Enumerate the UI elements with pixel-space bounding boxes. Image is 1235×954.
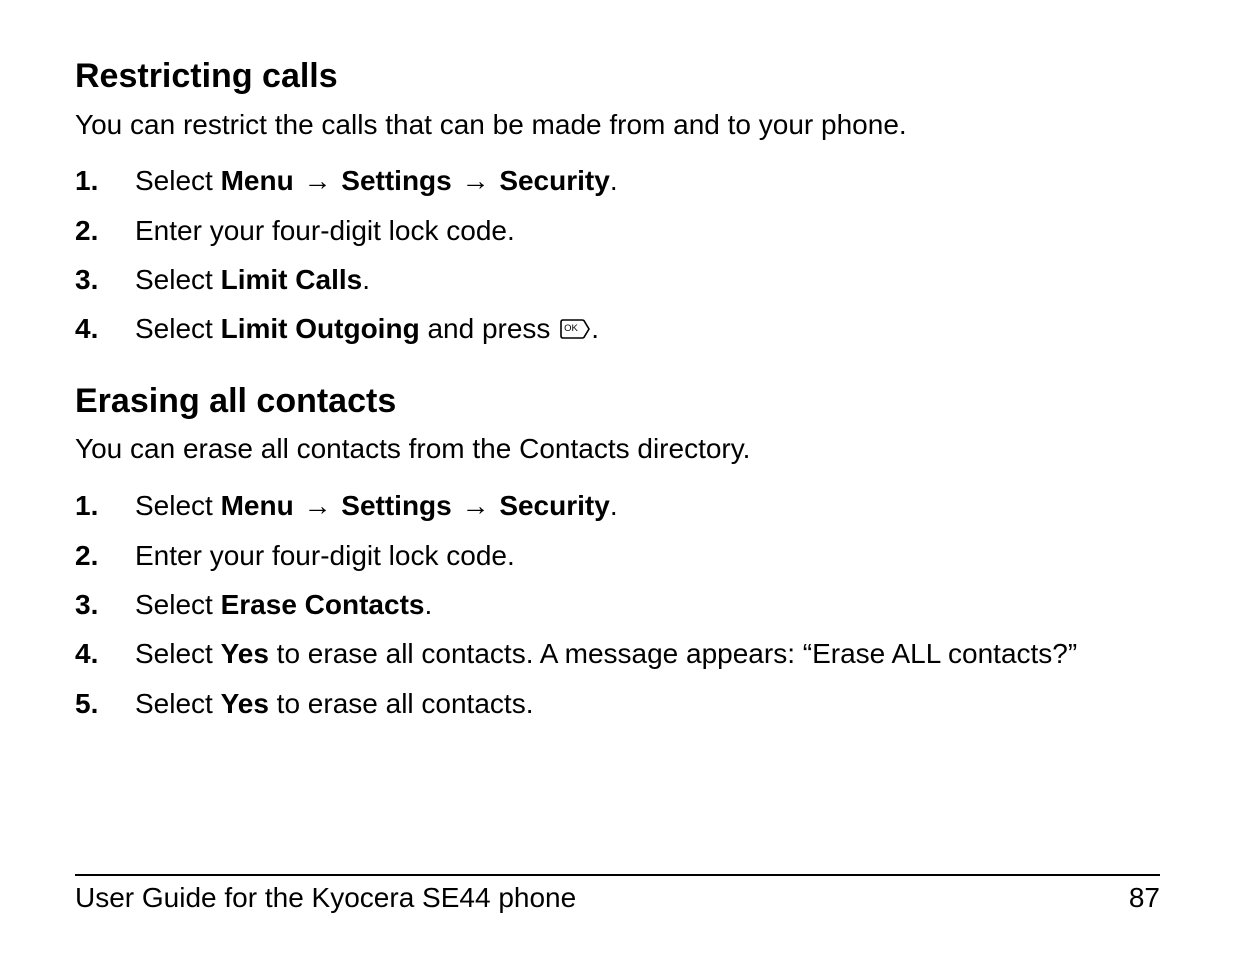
ui-label: Security [499, 165, 610, 196]
ui-label: Menu [221, 490, 294, 521]
page-content: Restricting calls You can restrict the ca… [75, 55, 1160, 725]
steps-restricting-calls: Select Menu → Settings → Security. Enter … [75, 159, 1160, 352]
page-footer: User Guide for the Kyocera SE44 phone 87 [75, 874, 1160, 914]
footer-divider [75, 874, 1160, 876]
section-intro-erasing-all-contacts: You can erase all contacts from the Cont… [75, 430, 1160, 468]
step-ec-2: Enter your four-digit lock code. [75, 534, 1160, 577]
step-rc-2: Enter your four-digit lock code. [75, 209, 1160, 252]
arrow-icon: → [302, 490, 334, 521]
arrow-icon: → [460, 490, 492, 521]
section-intro-restricting-calls: You can restrict the calls that can be m… [75, 106, 1160, 144]
ok-key-icon: OK [560, 308, 590, 351]
arrow-icon: → [460, 165, 492, 196]
step-ec-1: Select Menu → Settings → Security. [75, 484, 1160, 527]
footer-title: User Guide for the Kyocera SE44 phone [75, 882, 576, 914]
steps-erasing-all-contacts: Select Menu → Settings → Security. Enter … [75, 484, 1160, 725]
ui-label: Security [499, 490, 610, 521]
step-ec-4: Select Yes to erase all contacts. A mess… [75, 632, 1160, 675]
page-number: 87 [1129, 882, 1160, 914]
step-rc-1: Select Menu → Settings → Security. [75, 159, 1160, 202]
section-heading-erasing-all-contacts: Erasing all contacts [75, 380, 1160, 423]
ui-label: Menu [221, 165, 294, 196]
ui-label: Limit Calls [221, 264, 363, 295]
ui-label: Settings [341, 490, 451, 521]
step-ec-3: Select Erase Contacts. [75, 583, 1160, 626]
ui-label: Yes [221, 638, 269, 669]
ui-label: Erase Contacts [221, 589, 425, 620]
step-rc-3: Select Limit Calls. [75, 258, 1160, 301]
ui-label: Limit Outgoing [221, 313, 420, 344]
svg-text:OK: OK [564, 323, 578, 334]
footer-row: User Guide for the Kyocera SE44 phone 87 [75, 882, 1160, 914]
step-rc-4: Select Limit Outgoing and press OK. [75, 307, 1160, 351]
document-page: Restricting calls You can restrict the ca… [0, 0, 1235, 954]
section-heading-restricting-calls: Restricting calls [75, 55, 1160, 98]
ui-label: Yes [221, 688, 269, 719]
arrow-icon: → [302, 165, 334, 196]
ui-label: Settings [341, 165, 451, 196]
step-ec-5: Select Yes to erase all contacts. [75, 682, 1160, 725]
